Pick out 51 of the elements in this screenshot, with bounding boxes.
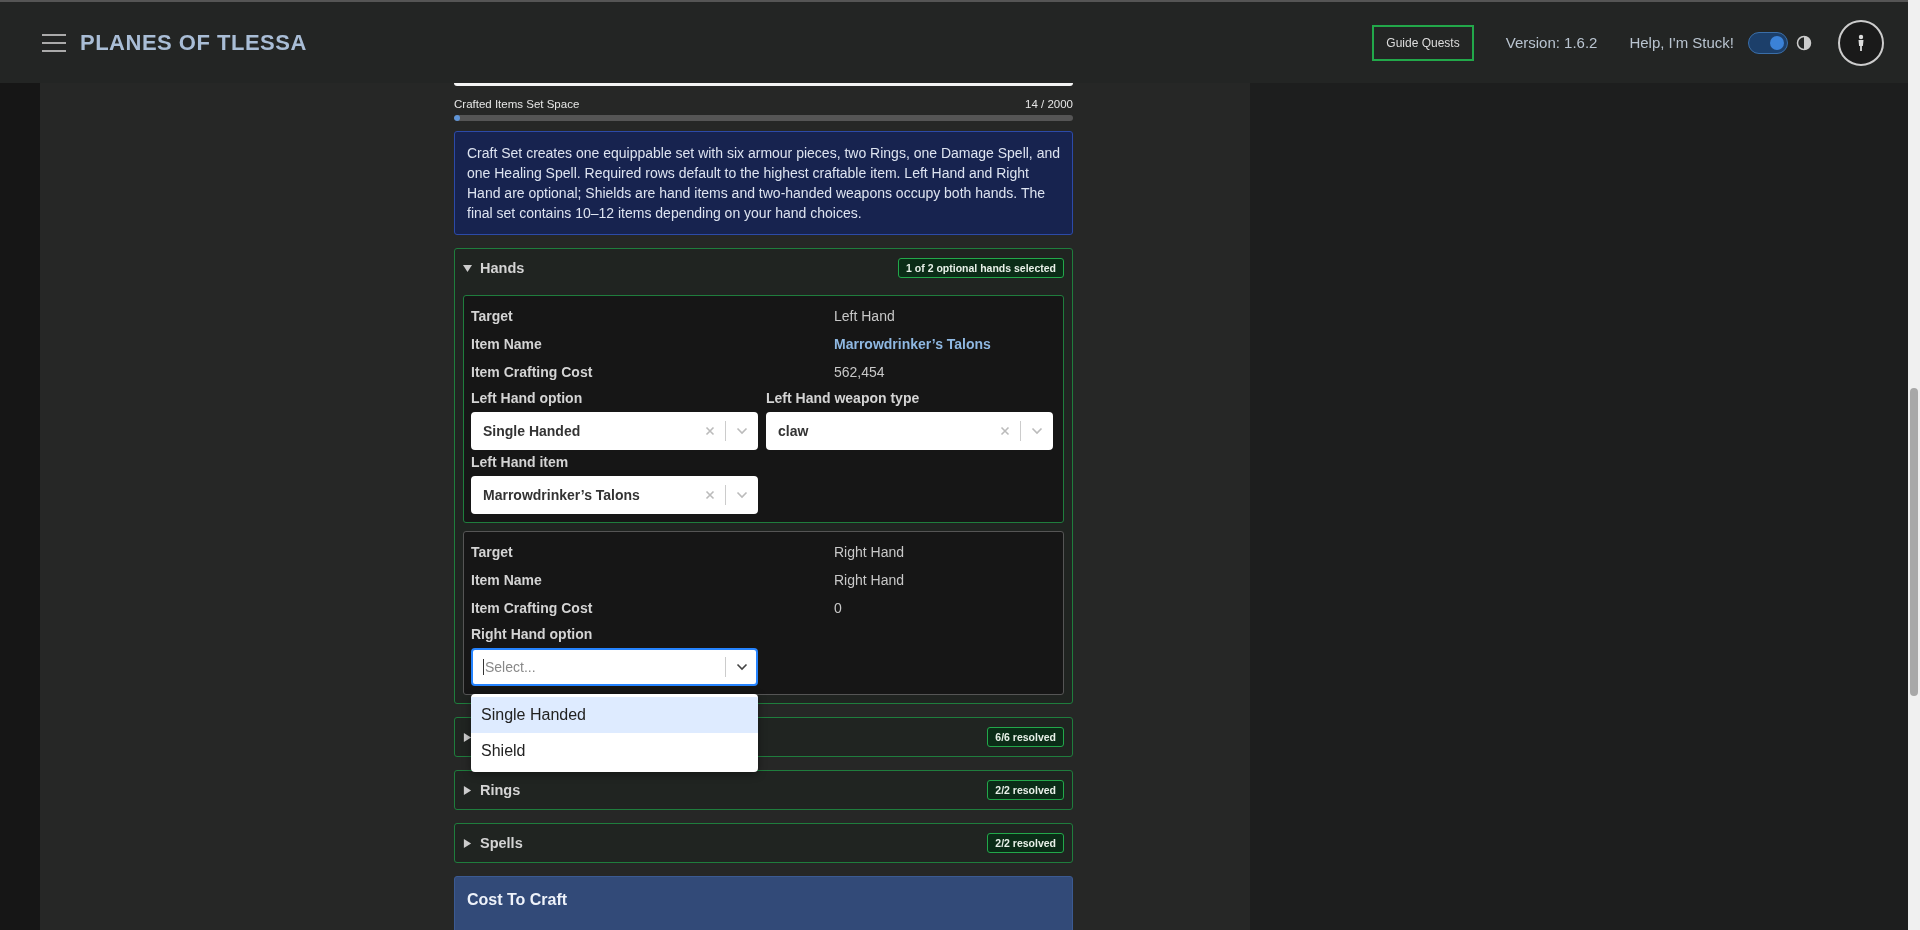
status-badge: 2/2 resolved xyxy=(987,833,1064,853)
clear-icon[interactable] xyxy=(1000,426,1010,436)
dropdown-option[interactable]: Single Handed xyxy=(471,697,758,733)
select-label: Right Hand option xyxy=(471,626,594,642)
select-label: Left Hand option xyxy=(471,390,584,406)
status-badge: 1 of 2 optional hands selected xyxy=(898,258,1064,278)
section-toggle[interactable] xyxy=(463,732,472,742)
triangle-right-icon xyxy=(463,838,472,848)
clear-icon[interactable] xyxy=(705,490,715,500)
text-field[interactable] xyxy=(454,83,1073,86)
clear-icon[interactable] xyxy=(705,426,715,436)
triangle-right-icon xyxy=(463,785,472,795)
select-label: Left Hand weapon type xyxy=(766,390,921,406)
info-notice: Craft Set creates one equippable set with six armour pieces, two Rings, one Damage Spell, and one Healing Spell. Required rows default to the highest craftable item. Left Hand and Right Hand are optional; Shields are hand items and two-handed weapons occupy both hands. The final set contains 10–12 items depending on your hand choices. xyxy=(454,131,1073,235)
item-link[interactable]: Marrowdrinker’s Talons xyxy=(834,336,991,352)
theme-toggle[interactable] xyxy=(1748,31,1788,54)
field-label: Item Crafting Cost xyxy=(471,600,594,616)
field-label: Item Name xyxy=(471,572,543,588)
select-field[interactable]: claw xyxy=(766,412,1053,450)
field-value: Left Hand xyxy=(834,308,895,324)
chevron-down-icon[interactable] xyxy=(736,663,748,671)
guide-quests-button[interactable]: Guide Quests xyxy=(1372,24,1474,61)
avatar-button[interactable] xyxy=(1838,19,1884,66)
capacity-label: Crafted Items Set Space xyxy=(454,98,580,110)
field-value: 562,454 xyxy=(834,364,885,380)
section-toggle[interactable]: Spells xyxy=(463,835,523,851)
field-label: Target xyxy=(471,308,514,324)
help-link[interactable]: Help, I'm Stuck! xyxy=(1629,34,1734,51)
select-label: Left Hand item xyxy=(471,454,570,470)
triangle-right-icon xyxy=(463,732,472,742)
field-value: 0 xyxy=(834,600,842,616)
field-value: Right Hand xyxy=(834,572,905,588)
version-text: Version: 1.6.2 xyxy=(1505,34,1598,51)
section-toggle[interactable]: Rings xyxy=(463,782,521,798)
app-title: PLANES OF TLESSA xyxy=(80,29,307,56)
field-label: Item Name xyxy=(471,336,543,352)
field-label: Item Crafting Cost xyxy=(471,364,594,380)
field-label: Target xyxy=(471,544,514,560)
cost-title: Cost To Craft xyxy=(467,891,568,908)
contrast-icon[interactable] xyxy=(1796,34,1812,51)
status-badge: 6/6 resolved xyxy=(987,727,1064,747)
dropdown-option[interactable]: Shield xyxy=(471,733,758,769)
capacity-reading: 14 / 2000 xyxy=(1025,98,1073,110)
menu-icon[interactable] xyxy=(42,33,66,52)
section-toggle[interactable]: Hands xyxy=(463,260,525,276)
triangle-down-icon xyxy=(463,263,472,273)
status-badge: 2/2 resolved xyxy=(987,780,1064,800)
field-value: Right Hand xyxy=(834,544,905,560)
select-field[interactable]: Single Handed xyxy=(471,412,758,450)
select-field[interactable]: Marrowdrinker’s Talons xyxy=(471,476,758,514)
scrollbar[interactable] xyxy=(1908,0,1920,930)
